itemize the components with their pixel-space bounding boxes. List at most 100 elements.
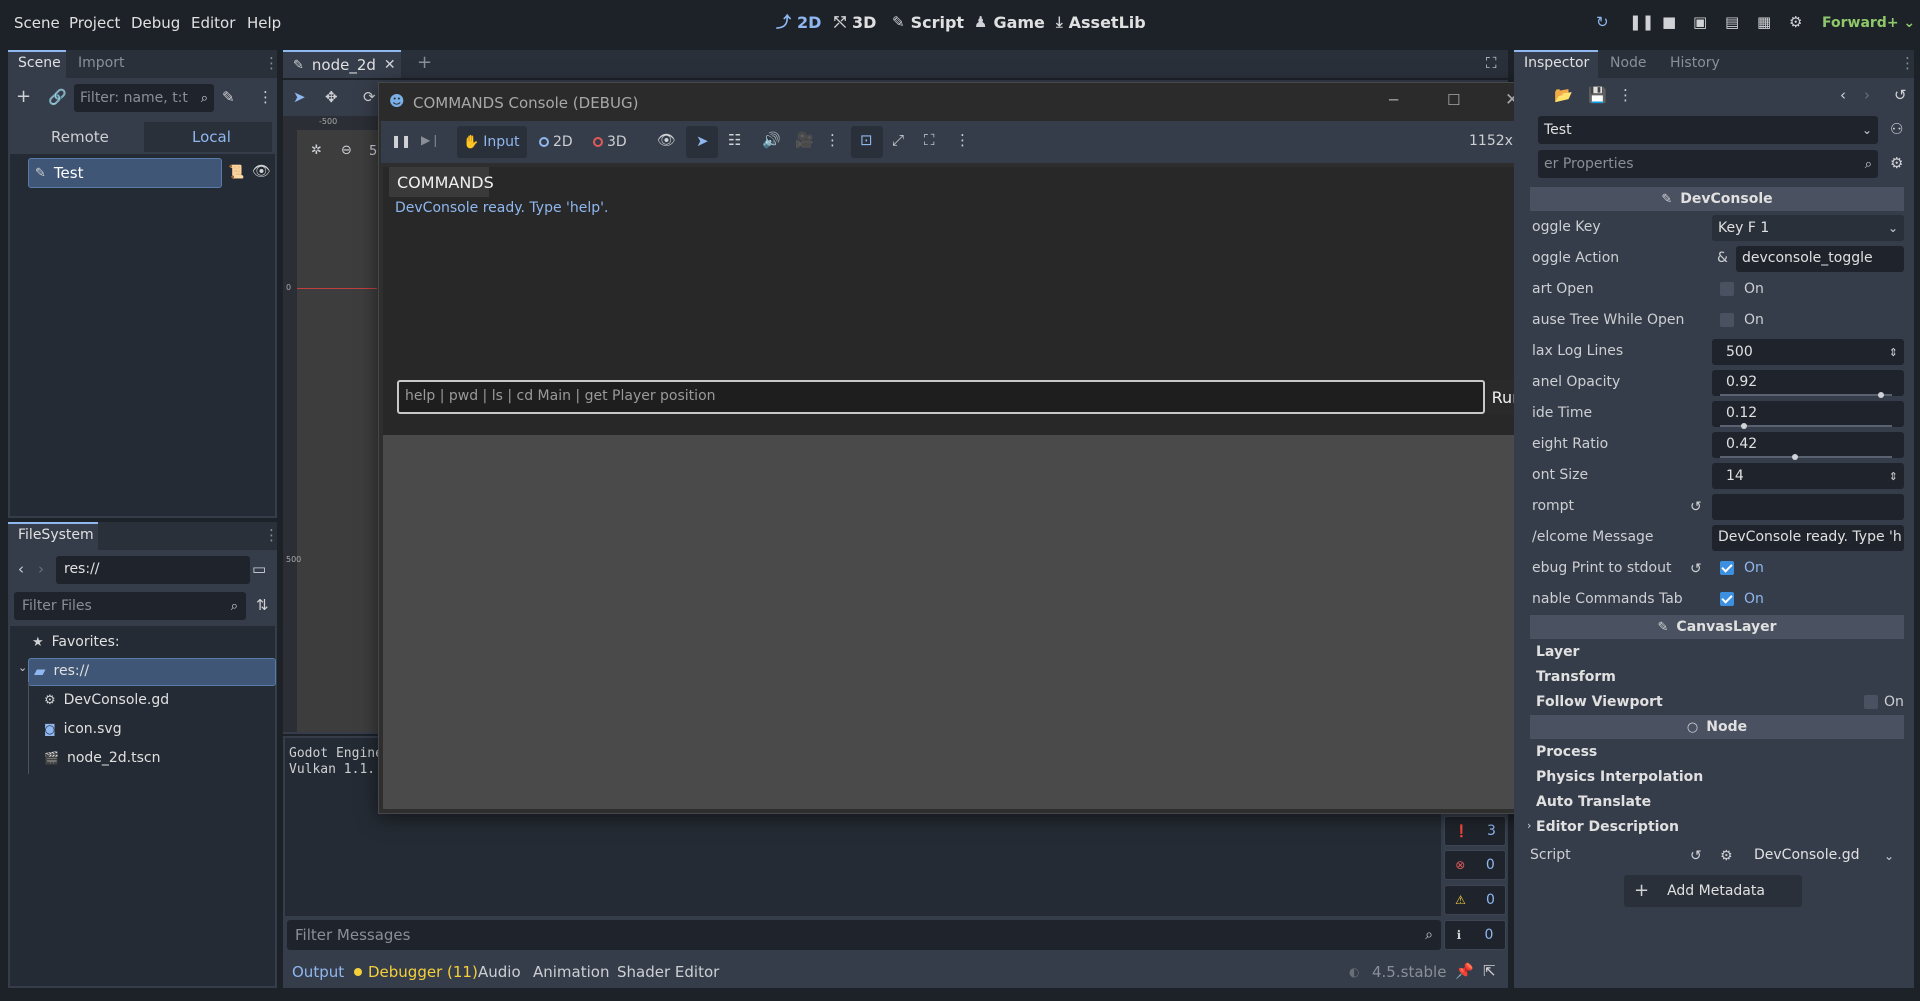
group-process[interactable]: Process	[1536, 744, 1597, 760]
group-layer[interactable]: Layer	[1536, 644, 1579, 660]
pin-icon[interactable]: 📌	[1455, 964, 1474, 979]
revert-icon[interactable]: ↺	[1690, 849, 1702, 863]
slider-knob[interactable]	[1740, 423, 1747, 429]
tab-node[interactable]: Node	[1610, 55, 1647, 71]
close-tab-icon[interactable]: ✕	[384, 58, 396, 72]
menu-help[interactable]: Help	[247, 14, 281, 32]
filter-info-toggle[interactable]: ℹ0	[1444, 920, 1506, 950]
game-window-titlebar[interactable]: ☻ COMMANDS Console (DEBUG) ─ ☐ ✕	[379, 83, 1539, 121]
renderer-selector[interactable]: Forward+ ⌄	[1822, 15, 1915, 31]
group-follow-viewport[interactable]: Follow Viewport	[1536, 694, 1663, 710]
group-auto-translate[interactable]: Auto Translate	[1536, 794, 1651, 810]
maximize-icon[interactable]: ☐	[1447, 93, 1460, 108]
camera-icon[interactable]: 🎥	[795, 133, 814, 148]
scene-filter-input[interactable]: Filter: name, t:t ⌕	[74, 84, 214, 112]
workspace-assetlib-button[interactable]: ⤓ AssetLib	[1056, 13, 1146, 32]
res-folder-item[interactable]: ▰ res://	[34, 663, 89, 679]
save-resource-icon[interactable]: 💾	[1588, 88, 1607, 103]
visibility-icon[interactable]: 👁	[657, 133, 676, 148]
inspector-menu-icon[interactable]: ⋮	[1900, 56, 1915, 71]
workspace-3d-button[interactable]: ⤲ 3D	[834, 13, 876, 32]
forward-icon[interactable]: ›	[38, 562, 44, 577]
tab-animation[interactable]: Animation	[533, 963, 609, 981]
prop-max-log-lines-value[interactable]: 500 ⇕	[1712, 339, 1904, 365]
prop-height-ratio-value[interactable]: 0.42	[1712, 432, 1904, 458]
prop-debug-print-checkbox[interactable]: On	[1720, 560, 1764, 576]
follow-viewport-checkbox[interactable]: On	[1864, 694, 1904, 710]
minimize-icon[interactable]: ─	[1389, 93, 1398, 108]
resource-more-icon[interactable]: ⋮	[1618, 88, 1633, 103]
scene-tab-node2d[interactable]: ✎ node_2d ✕	[283, 50, 401, 78]
pause-icon[interactable]: ❚❚	[1629, 15, 1654, 30]
script-value[interactable]: DevConsole.gd	[1754, 847, 1859, 863]
group-physics-interpolation[interactable]: Physics Interpolation	[1536, 769, 1703, 785]
node-tools-icon[interactable]: ⚇	[1890, 122, 1903, 137]
tab-import[interactable]: Import	[78, 55, 124, 71]
tab-audio[interactable]: Audio	[478, 963, 521, 981]
tab-shader-editor[interactable]: Shader Editor	[617, 963, 719, 981]
sort-icon[interactable]: ⇅	[256, 598, 269, 613]
pause-game-icon[interactable]: ❚❚	[391, 135, 411, 147]
prop-pause-tree-checkbox[interactable]: On	[1720, 312, 1764, 328]
input-mode-button[interactable]: ✋ Input	[457, 126, 527, 158]
revert-icon[interactable]: ↺	[1690, 562, 1702, 576]
menu-project[interactable]: Project	[69, 14, 120, 32]
prop-welcome-message-value[interactable]: DevConsole ready. Type 'h	[1712, 525, 1904, 551]
prop-prompt-value[interactable]	[1712, 494, 1904, 520]
section-node[interactable]: ○ Node	[1530, 715, 1904, 739]
add-metadata-button[interactable]: + Add Metadata	[1624, 875, 1802, 907]
movie-maker-icon[interactable]: ⚙	[1789, 15, 1802, 30]
object-selector[interactable]: Test ⌄	[1538, 116, 1878, 144]
run-custom-scene-icon[interactable]: ▦	[1757, 15, 1771, 30]
prop-start-open-checkbox[interactable]: On	[1720, 281, 1764, 297]
expand-arrow-icon[interactable]: ›	[1527, 820, 1531, 831]
file-icon-svg[interactable]: ◙ icon.svg	[44, 721, 122, 737]
2d-mode-button[interactable]: 2D	[539, 134, 573, 150]
snap-icon[interactable]: ✲	[311, 144, 322, 157]
object-history-icon[interactable]: ↺	[1894, 88, 1907, 103]
section-devconsole[interactable]: ✎ DevConsole	[1530, 187, 1904, 211]
command-input[interactable]: help | pwd | ls | cd Main | get Player p…	[397, 380, 1485, 414]
property-settings-icon[interactable]: ⚙	[1890, 156, 1903, 171]
3d-mode-button[interactable]: 3D	[593, 134, 627, 150]
section-canvaslayer[interactable]: ✎ CanvasLayer	[1530, 615, 1904, 639]
prop-panel-opacity-value[interactable]: 0.92	[1712, 370, 1904, 396]
select-tool-icon[interactable]: ➤	[293, 90, 306, 105]
visibility-eye-icon[interactable]: 👁	[252, 164, 271, 179]
filter-errors-toggle[interactable]: ⊗ 0	[1444, 850, 1506, 880]
more-options-icon[interactable]: ⋮	[825, 133, 840, 148]
revert-icon[interactable]: ↺	[1690, 500, 1702, 514]
rotate-tool-icon[interactable]: ⟳	[363, 90, 376, 105]
scene-more-icon[interactable]: ⋮	[258, 90, 273, 105]
menu-scene[interactable]: Scene	[14, 14, 60, 32]
filter-warnings-toggle[interactable]: ⚠ 0	[1444, 885, 1506, 915]
next-frame-icon[interactable]: ▶❘	[421, 134, 440, 146]
tab-history[interactable]: History	[1670, 55, 1720, 71]
tab-output[interactable]: Output	[292, 963, 344, 981]
path-field[interactable]: res://	[56, 556, 250, 584]
filter-files-input[interactable]: Filter Files ⌕	[14, 592, 246, 620]
group-transform[interactable]: Transform	[1536, 669, 1616, 685]
tab-debugger[interactable]: Debugger (11)	[354, 963, 478, 981]
prop-font-size-value[interactable]: 14 ⇕	[1712, 463, 1904, 489]
toolbar-more-icon[interactable]: ⋮	[955, 133, 970, 148]
node-script-icon[interactable]: 📜	[228, 166, 244, 179]
prop-enable-commands-checkbox[interactable]: On	[1720, 591, 1764, 607]
scene-tree-root-node[interactable]: ✎ Test	[28, 158, 222, 188]
file-node2d-tscn[interactable]: 🎬 node_2d.tscn	[44, 750, 161, 766]
chevron-down-icon[interactable]: ⌄	[1884, 850, 1894, 862]
group-editor-description[interactable]: Editor Description	[1536, 819, 1679, 835]
slide-time-slider[interactable]	[1720, 423, 1892, 429]
add-node-icon[interactable]: +	[16, 88, 31, 106]
split-mode-icon[interactable]: ▭	[252, 562, 266, 577]
prop-toggle-key-value[interactable]: Key F 1 ⌄	[1712, 215, 1904, 241]
remote-debug-icon[interactable]: ▣	[1693, 15, 1707, 30]
collapse-arrow-icon[interactable]: ⌄	[18, 662, 27, 673]
instantiate-link-icon[interactable]: 🔗	[48, 90, 67, 105]
speaker-icon[interactable]: 🔊	[762, 133, 781, 148]
list-select-icon[interactable]: ☷	[728, 133, 741, 148]
workspace-2d-button[interactable]: ⤴ 2D	[776, 13, 821, 32]
dock-menu-icon[interactable]: ⋮	[264, 56, 279, 71]
history-forward-icon[interactable]: ›	[1864, 88, 1870, 103]
prop-toggle-action-value[interactable]: devconsole_toggle	[1736, 246, 1904, 272]
